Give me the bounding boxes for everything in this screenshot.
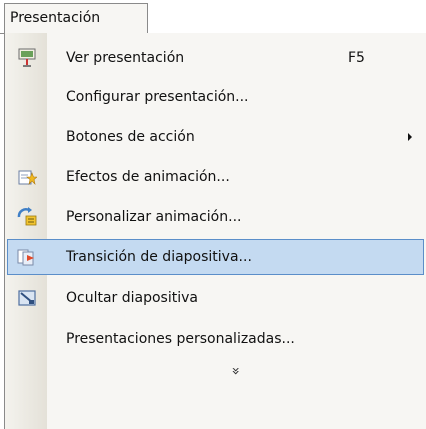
menu-item-label: Ver presentación [66, 50, 185, 66]
menu-item-shortcut: F5 [348, 50, 365, 66]
menu-item-label: Presentaciones personalizadas... [66, 331, 295, 347]
menu-item-label: Ocultar diapositiva [66, 290, 198, 306]
menu-item-efectos-de-animacion[interactable]: Efectos de animación... [5, 159, 425, 195]
double-chevron-down-icon: » [226, 366, 243, 376]
submenu-arrow-icon [408, 133, 412, 141]
menu-item-label: Personalizar animación... [66, 209, 242, 225]
menu-item-label: Efectos de animación... [66, 169, 230, 185]
slide-transition-icon [17, 247, 37, 267]
hide-slide-icon [17, 288, 37, 308]
menu-item-transicion-de-diapositiva[interactable]: Transición de diapositiva... [7, 239, 424, 275]
presentation-dropdown-menu: Ver presentación F5 Configurar presentac… [4, 33, 426, 429]
slideshow-screen-icon [17, 48, 37, 68]
menu-item-presentaciones-personalizadas[interactable]: Presentaciones personalizadas... [5, 321, 425, 357]
menu-item-ocultar-diapositiva[interactable]: Ocultar diapositiva [5, 280, 425, 316]
custom-animation-icon [17, 207, 37, 227]
menu-item-ver-presentacion[interactable]: Ver presentación F5 [5, 40, 425, 76]
animation-effects-icon [17, 167, 38, 187]
menu-item-label: Transición de diapositiva... [66, 249, 252, 265]
menu-bar: Presentación [0, 0, 426, 35]
menu-item-label: Configurar presentación... [66, 89, 249, 105]
menu-title-presentacion[interactable]: Presentación [4, 3, 148, 34]
menu-item-botones-de-accion[interactable]: Botones de acción [5, 119, 425, 155]
menu-item-label: Botones de acción [66, 129, 195, 145]
menu-item-configurar-presentacion[interactable]: Configurar presentación... [5, 79, 425, 115]
menu-item-personalizar-animacion[interactable]: Personalizar animación... [5, 199, 425, 235]
expand-menu-button[interactable]: » [5, 359, 425, 383]
